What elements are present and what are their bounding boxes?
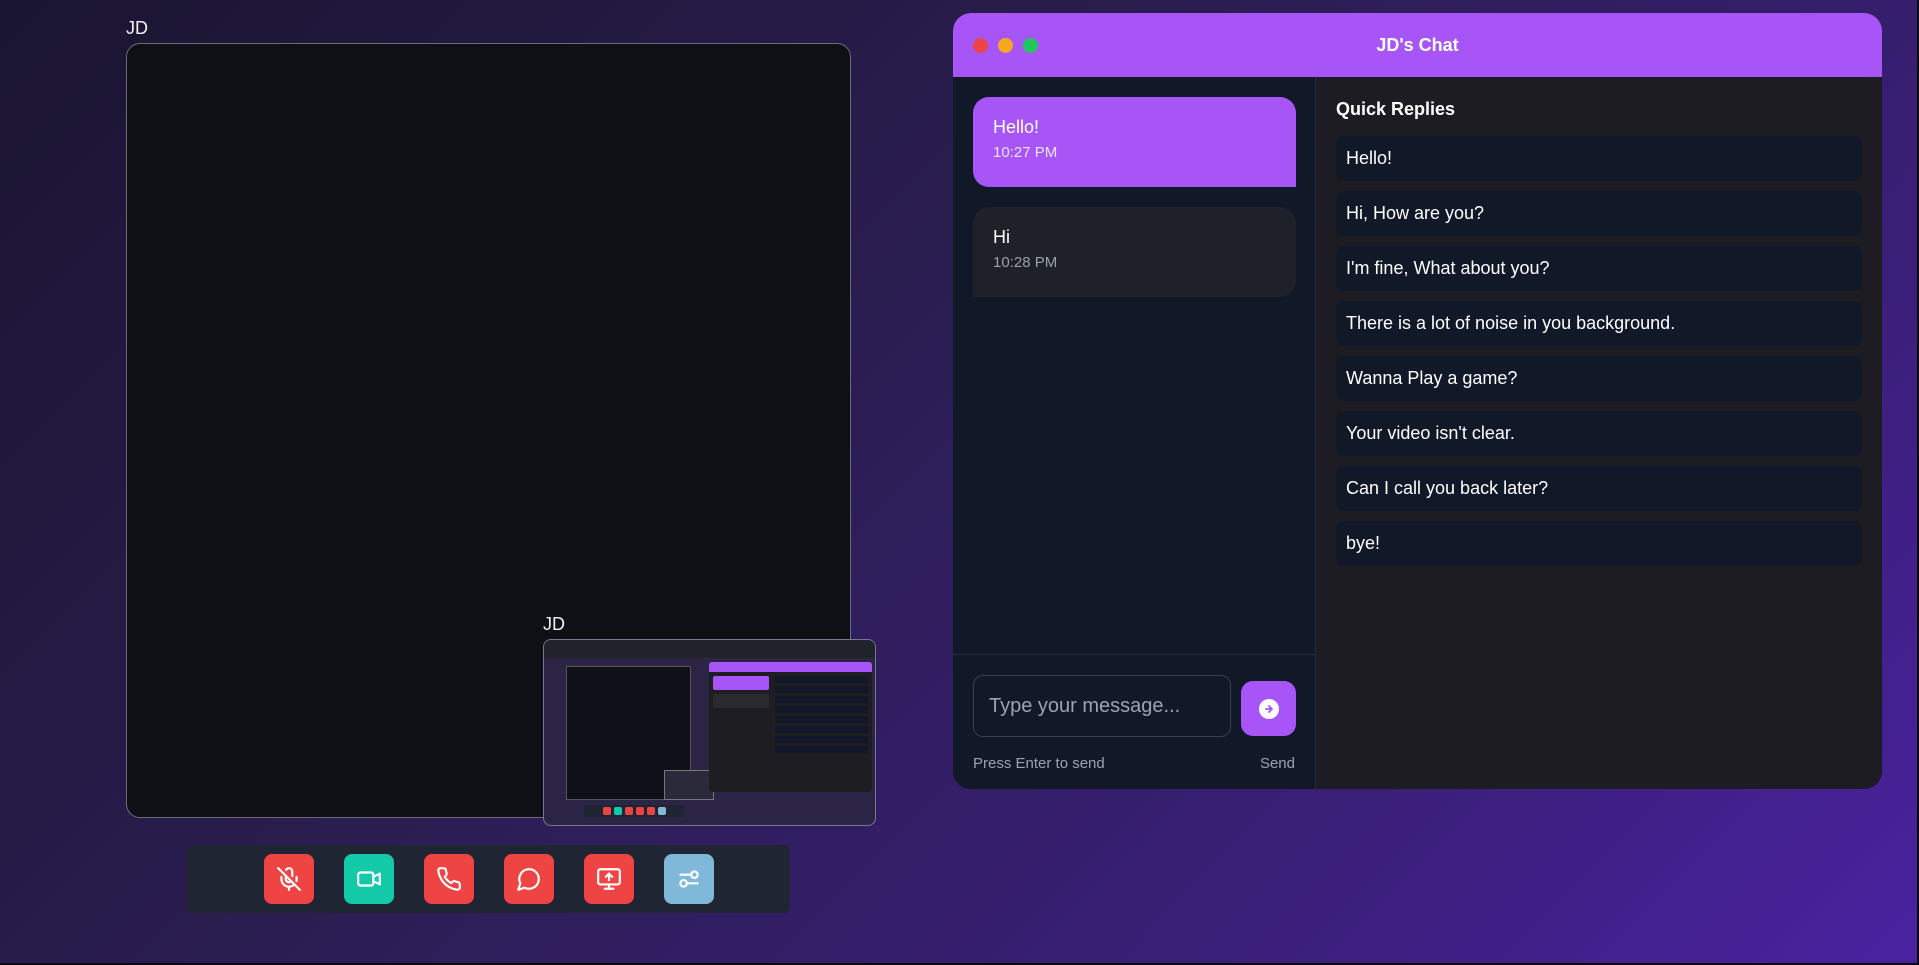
- message-received: Hi 10:28 PM: [973, 207, 1296, 297]
- send-hint: Press Enter to send: [973, 755, 1105, 772]
- quick-reply-item[interactable]: Your video isn't clear.: [1336, 411, 1862, 456]
- message-sent: Hello! 10:27 PM: [973, 97, 1296, 187]
- quick-reply-item[interactable]: There is a lot of noise in you backgroun…: [1336, 301, 1862, 346]
- quick-replies-title: Quick Replies: [1336, 99, 1456, 119]
- quick-reply-item[interactable]: Hello!: [1336, 136, 1862, 181]
- pip-thumbnail-chat: [709, 662, 872, 792]
- maximize-window-button[interactable]: [1023, 38, 1038, 53]
- mute-mic-button[interactable]: [263, 854, 314, 904]
- quick-reply-item[interactable]: Wanna Play a game?: [1336, 356, 1862, 401]
- mic-off-icon: [276, 867, 301, 891]
- window-controls: [973, 38, 1038, 53]
- send-button[interactable]: [1241, 681, 1296, 736]
- message-text: Hello!: [993, 117, 1040, 137]
- pip-video[interactable]: [543, 639, 876, 826]
- screen-share-icon: [596, 868, 621, 890]
- chat-body: Hello! 10:27 PM Hi 10:28 PM Press Enter …: [953, 77, 1882, 789]
- quick-replies-pane: Quick Replies Hello! Hi, How are you? I'…: [1316, 77, 1882, 789]
- messages-pane: Hello! 10:27 PM Hi 10:28 PM Press Enter …: [953, 77, 1316, 789]
- pip-thumbnail-controls: [584, 805, 684, 817]
- pip-thumbnail-topbar: [544, 640, 875, 658]
- quick-reply-item[interactable]: Hi, How are you?: [1336, 191, 1862, 236]
- message-time: 10:27 PM: [993, 144, 1058, 161]
- minimize-window-button[interactable]: [998, 38, 1013, 53]
- end-call-button[interactable]: [423, 854, 474, 904]
- camera-toggle-button[interactable]: [343, 854, 394, 904]
- main-video-label: JD: [126, 18, 148, 38]
- quick-reply-item[interactable]: bye!: [1336, 521, 1862, 566]
- chat-bubble-icon: [516, 868, 540, 891]
- video-camera-icon: [356, 871, 381, 887]
- chat-window: JD's Chat Hello! 10:27 PM Hi 10:28 PM Ty…: [953, 13, 1882, 789]
- chat-header: JD's Chat: [953, 13, 1882, 77]
- settings-button[interactable]: [663, 854, 714, 904]
- send-label: Send: [1259, 755, 1295, 772]
- message-time: 10:28 PM: [993, 254, 1058, 271]
- message-text: Hi: [993, 227, 1010, 247]
- pip-video-label: JD: [543, 614, 565, 634]
- quick-reply-item[interactable]: Can I call you back later?: [1336, 466, 1862, 511]
- quick-reply-item[interactable]: I'm fine, What about you?: [1336, 246, 1862, 291]
- message-input[interactable]: [973, 675, 1231, 737]
- chat-title: JD's Chat: [1376, 34, 1459, 55]
- pip-thumbnail-pip: [664, 770, 714, 800]
- sliders-icon: [678, 870, 699, 888]
- message-composer: Press Enter to send Send: [953, 654, 1315, 789]
- screen-share-button[interactable]: [583, 854, 634, 904]
- close-window-button[interactable]: [973, 38, 988, 53]
- call-control-bar: [187, 845, 790, 913]
- send-arrow-icon: [1258, 698, 1279, 719]
- chat-toggle-button[interactable]: [503, 854, 554, 904]
- phone-icon: [436, 867, 461, 891]
